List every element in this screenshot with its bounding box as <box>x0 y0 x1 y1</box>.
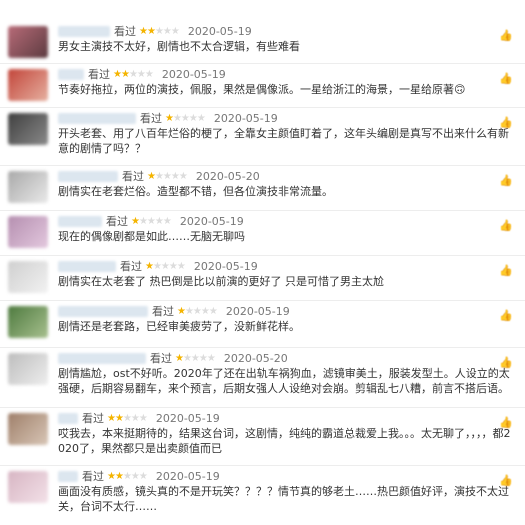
thumbs-up-icon[interactable]: 👍 <box>499 474 513 488</box>
review-date: 2020-05-19 <box>161 67 226 81</box>
rating-stars: ★★★★★ <box>175 352 216 364</box>
review-item: 看过 ★★★★★ 2020-05-19 剧情还是老套路，已经审美疲劳了，没新鲜花… <box>0 300 525 348</box>
watch-status: 看过 <box>88 68 110 81</box>
review-text: 剧情尴尬，ost不好听。2020年了还在出轨车祸狗血，滤镜审美土，服装发型土。人… <box>58 367 510 395</box>
watch-status: 看过 <box>120 260 142 273</box>
rating-stars: ★★★★★ <box>107 470 148 482</box>
watch-status: 看过 <box>82 470 104 483</box>
username[interactable] <box>58 305 148 317</box>
review-date: 2020-05-19 <box>155 411 220 425</box>
review-text: 男女主演技不太好，剧情也不太合逻辑，有些难看 <box>58 40 300 53</box>
thumbs-up-icon[interactable]: 👍 <box>499 264 513 278</box>
avatar[interactable] <box>8 113 48 145</box>
avatar[interactable] <box>8 171 48 203</box>
review-text: 节奏好拖拉，两位的演技，佩服，果然是偶像派。一星给浙江的海景，一星给原著🙃 <box>58 83 466 96</box>
watch-status: 看过 <box>106 215 128 228</box>
review-item: 看过 ★★★★★ 2020-05-19 画面没有质感，镜头真的不是开玩笑？？？？… <box>0 465 525 525</box>
thumbs-up-icon[interactable]: 👍 <box>499 29 513 43</box>
review-date: 2020-05-19 <box>193 259 258 273</box>
review-text: 剧情实在太老套了 热巴倒是比以前演的更好了 只是可惜了男主太尬 <box>58 275 384 288</box>
review-text: 剧情实在老套烂俗。造型都不错，但各位演技非常流量。 <box>58 185 333 198</box>
review-text: 哎我去，本来挺期待的，结果这台词，这剧情，纯纯的霸道总裁爱上我。。。太无聊了，，… <box>58 427 511 455</box>
rating-stars: ★★★★★ <box>107 412 148 424</box>
review-date: 2020-05-20 <box>223 351 288 365</box>
thumbs-up-icon[interactable]: 👍 <box>499 116 513 130</box>
rating-stars: ★★★★★ <box>139 25 180 37</box>
thumbs-up-icon[interactable]: 👍 <box>499 356 513 370</box>
review-item: 看过 ★★★★★ 2020-05-20 剧情实在老套烂俗。造型都不错，但各位演技… <box>0 165 525 211</box>
review-text: 剧情还是老套路，已经审美疲劳了，没新鲜花样。 <box>58 320 300 333</box>
review-date: 2020-05-19 <box>179 214 244 228</box>
rating-stars: ★★★★★ <box>113 68 154 80</box>
watch-status: 看过 <box>152 305 174 318</box>
watch-status: 看过 <box>114 25 136 38</box>
watch-status: 看过 <box>140 112 162 125</box>
review-text: 现在的偶像剧都是如此……无脑无聊吗 <box>58 230 245 243</box>
thumbs-up-icon[interactable]: 👍 <box>499 219 513 233</box>
rating-stars: ★★★★★ <box>145 260 186 272</box>
review-feed: 看过 ★★★★★ 2020-05-19 男女主演技不太好，剧情也不太合逻辑，有些… <box>0 0 525 525</box>
review-item: 看过 ★★★★★ 2020-05-19 哎我去，本来挺期待的，结果这台词，这剧情… <box>0 407 525 466</box>
rating-stars: ★★★★★ <box>165 112 206 124</box>
review-text: 开头老套、用了八百年烂俗的梗了，全靠女主颜值盯着了，这年头编剧是真写不出来什么有… <box>58 127 509 155</box>
avatar[interactable] <box>8 261 48 293</box>
username[interactable] <box>58 170 118 182</box>
username[interactable] <box>58 25 110 37</box>
avatar[interactable] <box>8 413 48 445</box>
review-item: 看过 ★★★★★ 2020-05-19 剧情实在太老套了 热巴倒是比以前演的更好… <box>0 255 525 301</box>
avatar[interactable] <box>8 216 48 248</box>
rating-stars: ★★★★★ <box>177 305 218 317</box>
review-date: 2020-05-20 <box>195 169 260 183</box>
avatar[interactable] <box>8 306 48 338</box>
thumbs-up-icon[interactable]: 👍 <box>499 174 513 188</box>
avatar[interactable] <box>8 26 48 58</box>
rating-stars: ★★★★★ <box>131 215 172 227</box>
review-date: 2020-05-19 <box>225 304 290 318</box>
watch-status: 看过 <box>150 352 172 365</box>
username[interactable] <box>58 470 78 482</box>
avatar[interactable] <box>8 471 48 503</box>
username[interactable] <box>58 68 84 80</box>
review-date: 2020-05-19 <box>187 24 252 38</box>
username[interactable] <box>58 352 146 364</box>
review-item: 看过 ★★★★★ 2020-05-19 现在的偶像剧都是如此……无脑无聊吗 👍 <box>0 210 525 256</box>
rating-stars: ★★★★★ <box>147 170 188 182</box>
username[interactable] <box>58 112 136 124</box>
thumbs-up-icon[interactable]: 👍 <box>499 416 513 430</box>
review-text: 画面没有质感，镜头真的不是开玩笑？？？？情节真的够老土……热巴颜值好评，演技不太… <box>58 485 509 513</box>
review-item: 看过 ★★★★★ 2020-05-19 节奏好拖拉，两位的演技，佩服，果然是偶像… <box>0 63 525 108</box>
username[interactable] <box>58 412 78 424</box>
review-item: 看过 ★★★★★ 2020-05-20 剧情尴尬，ost不好听。2020年了还在… <box>0 347 525 408</box>
review-date: 2020-05-19 <box>213 111 278 125</box>
review-item: 看过 ★★★★★ 2020-05-19 开头老套、用了八百年烂俗的梗了，全靠女主… <box>0 107 525 166</box>
review-date: 2020-05-19 <box>155 469 220 483</box>
username[interactable] <box>58 260 116 272</box>
watch-status: 看过 <box>122 170 144 183</box>
username[interactable] <box>58 215 102 227</box>
avatar[interactable] <box>8 353 48 385</box>
thumbs-up-icon[interactable]: 👍 <box>499 72 513 86</box>
watch-status: 看过 <box>82 412 104 425</box>
avatar[interactable] <box>8 69 48 101</box>
thumbs-up-icon[interactable]: 👍 <box>499 309 513 323</box>
review-item: 看过 ★★★★★ 2020-05-19 男女主演技不太好，剧情也不太合逻辑，有些… <box>0 20 525 64</box>
